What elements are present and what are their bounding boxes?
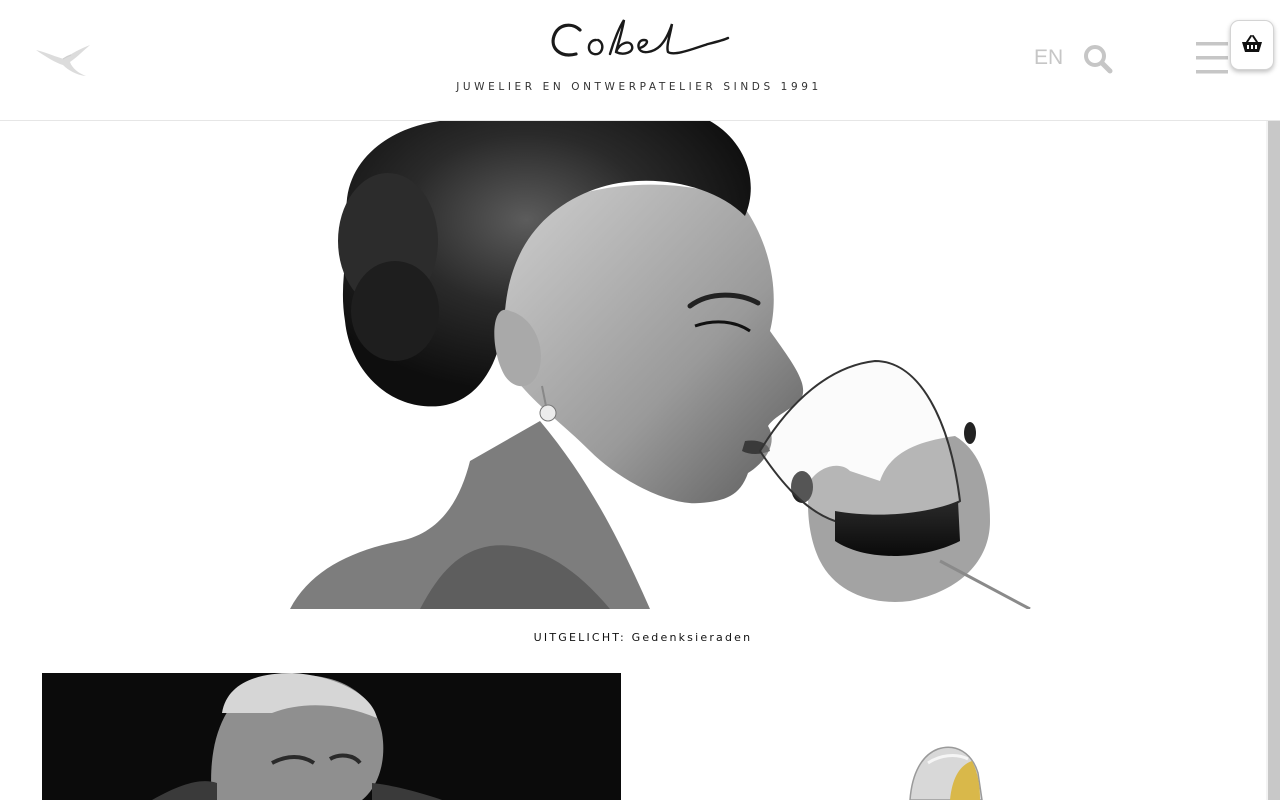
hero-image[interactable] bbox=[290, 121, 1035, 609]
portrait-tile-image[interactable] bbox=[42, 673, 621, 800]
ring-tile-image[interactable] bbox=[660, 673, 1239, 800]
language-switch[interactable]: EN bbox=[1034, 46, 1063, 70]
scrollbar-thumb[interactable] bbox=[1268, 121, 1280, 800]
shopping-basket-icon bbox=[1242, 35, 1262, 52]
hamburger-menu-icon[interactable] bbox=[1194, 40, 1230, 76]
page: JUWELIER EN ONTWERPATELIER SINDS 1991 EN bbox=[0, 0, 1280, 800]
cart-button[interactable] bbox=[1230, 20, 1274, 70]
featured-caption[interactable]: UITGELICHT: Gedenksieraden bbox=[0, 631, 1280, 644]
tagline: JUWELIER EN ONTWERPATELIER SINDS 1991 bbox=[456, 81, 822, 93]
hummingbird-logo-icon[interactable] bbox=[34, 38, 92, 80]
search-icon[interactable] bbox=[1082, 43, 1114, 75]
brand-wordmark[interactable] bbox=[540, 10, 740, 70]
site-header: JUWELIER EN ONTWERPATELIER SINDS 1991 EN bbox=[0, 0, 1280, 121]
